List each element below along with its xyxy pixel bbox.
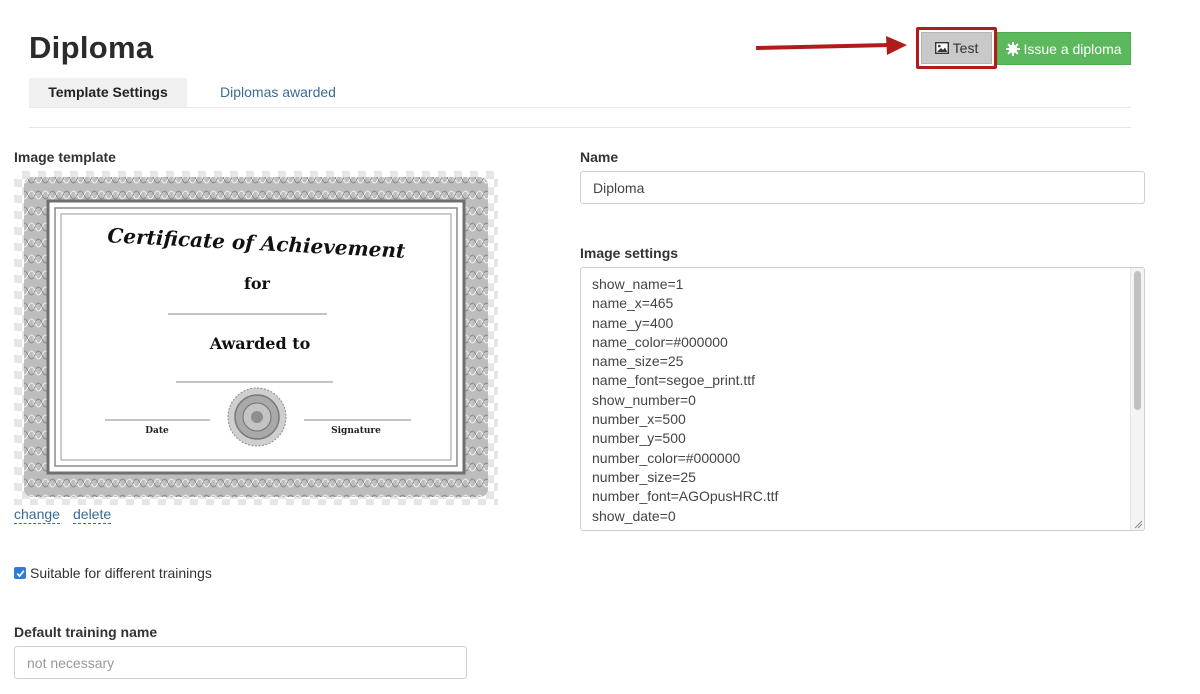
annotation-arrow [756, 36, 907, 55]
image-icon [934, 42, 949, 54]
suitable-trainings-row[interactable]: Suitable for different trainings [14, 565, 212, 581]
issue-diploma-label: Issue a diploma [1023, 40, 1122, 57]
checkmark-icon [16, 569, 24, 577]
delete-template-link[interactable]: delete [73, 506, 112, 524]
settings-line: number_y=500 [592, 430, 686, 447]
certificate-signature: Signature [331, 426, 381, 436]
suitable-trainings-checkbox[interactable] [14, 567, 26, 579]
divider [29, 127, 1131, 128]
diploma-template-image: Certificate of Achievement for Awarded t… [14, 171, 498, 505]
default-training-label: Default training name [14, 624, 158, 640]
certificate-preview: Certificate of Achievement for Awarded t… [24, 177, 488, 497]
certificate-awarded-to: Awarded to [209, 334, 311, 353]
settings-line: name_y=400 [592, 314, 674, 331]
settings-line: number_size=25 [592, 468, 696, 485]
name-input[interactable] [580, 171, 1145, 204]
tab-bar: Template Settings Diplomas awarded [29, 78, 1131, 108]
issue-diploma-button[interactable]: Issue a diploma [997, 32, 1131, 65]
tab-diplomas-awarded[interactable]: Diplomas awarded [201, 78, 355, 107]
cog-icon [1006, 41, 1021, 56]
change-template-link[interactable]: change [14, 506, 60, 524]
seal-icon [227, 387, 287, 447]
settings-line: name_size=25 [592, 353, 684, 370]
test-button-label: Test [952, 40, 979, 56]
settings-line: number_color=#000000 [592, 449, 741, 466]
image-settings-content: show_name=1 name_x=465 name_y=400 name_colo… [592, 275, 779, 530]
settings-line: name_font=segoe_print.ttf [592, 372, 756, 389]
settings-line: name_x=465 [592, 295, 674, 312]
page-title: Diploma [29, 30, 154, 65]
certificate-date: Date [145, 426, 169, 436]
settings-line: number_x=500 [592, 411, 686, 428]
settings-line: show_date=0 [592, 507, 676, 524]
tab-template-settings[interactable]: Template Settings [29, 78, 187, 107]
image-settings-label: Image settings [580, 245, 679, 261]
certificate-for: for [244, 274, 271, 293]
settings-line: number_font=AGOpusHRC.ttf [592, 488, 779, 505]
settings-line: name_color=#000000 [592, 333, 728, 350]
suitable-trainings-label: Suitable for different trainings [30, 565, 212, 581]
name-label: Name [580, 149, 619, 165]
settings-line: show_name=1 [592, 276, 684, 292]
image-template-label: Image template [14, 149, 116, 165]
resize-handle-icon[interactable] [1133, 519, 1143, 529]
image-settings-textarea[interactable]: show_name=1 name_x=465 name_y=400 name_colo… [580, 267, 1145, 531]
test-button[interactable]: Test [921, 32, 992, 64]
default-training-input[interactable] [14, 646, 467, 679]
settings-line: show_number=0 [592, 391, 696, 408]
settings-scrollbar[interactable] [1130, 268, 1144, 530]
settings-line: date_format=d.m.Y [592, 526, 778, 530]
settings-scroll-thumb[interactable] [1134, 271, 1141, 410]
